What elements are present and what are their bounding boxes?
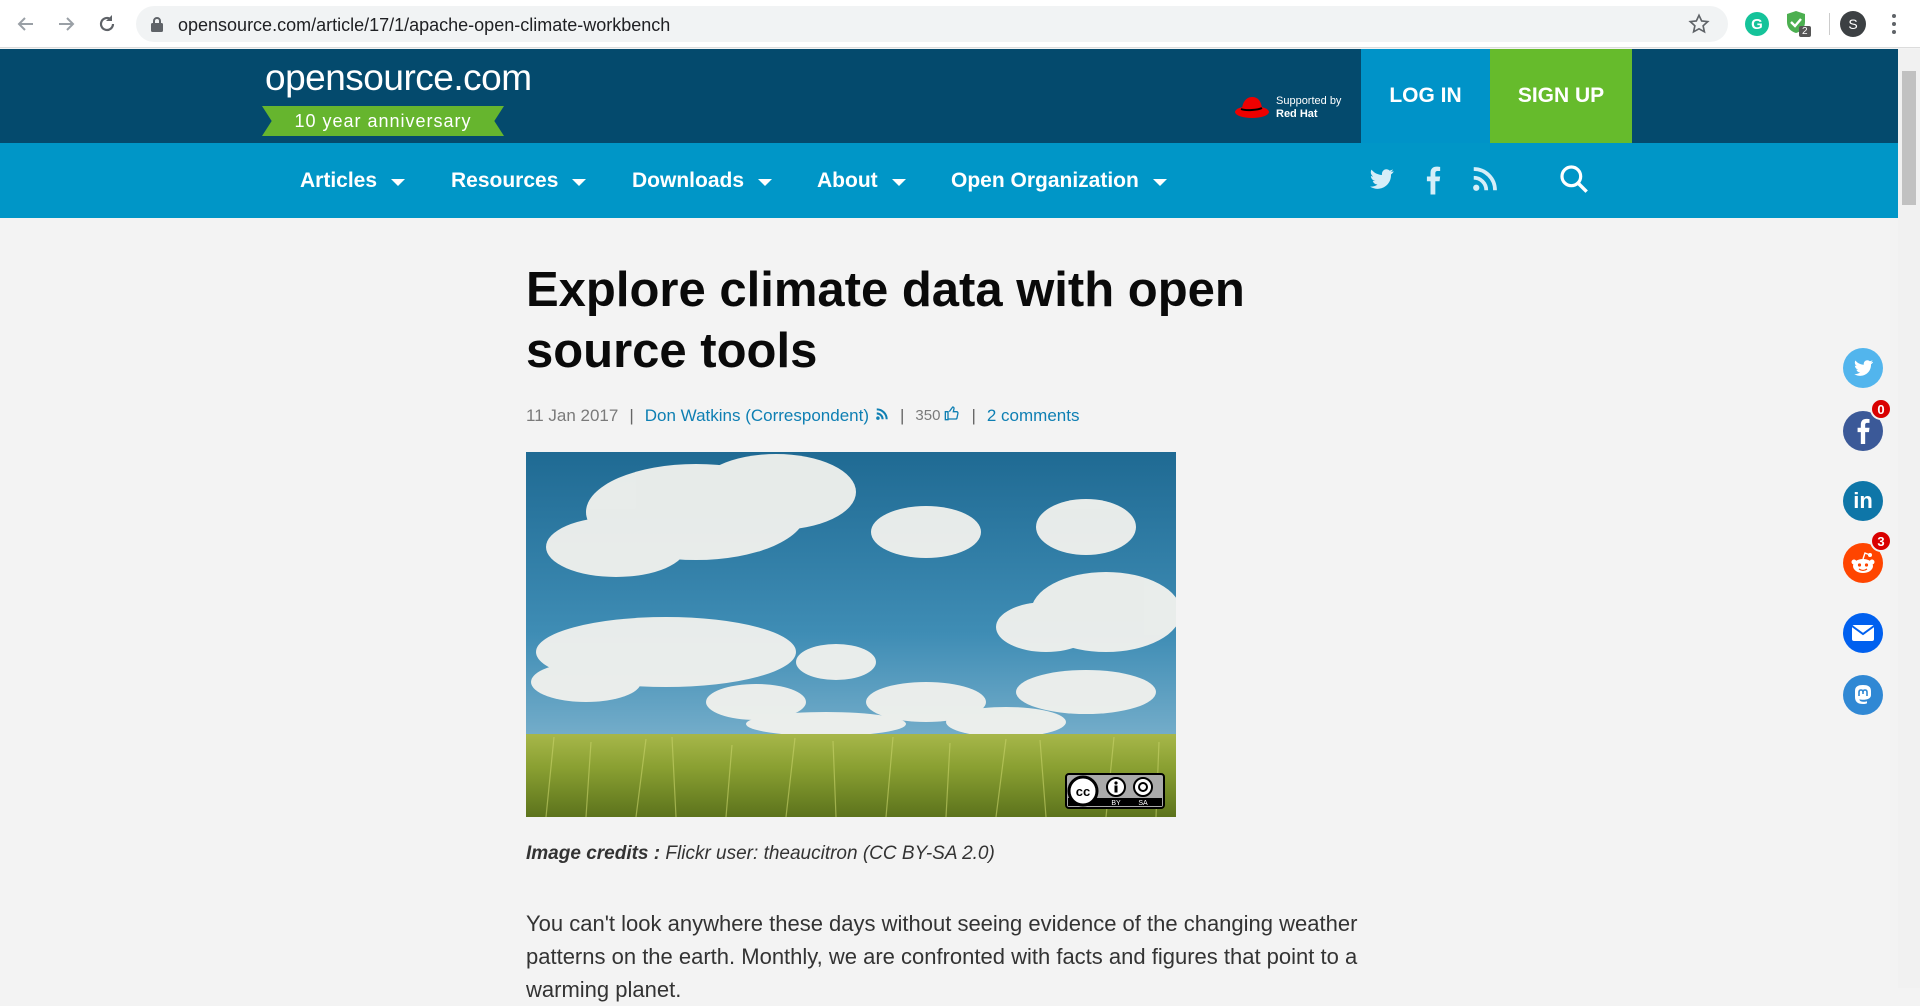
caret-down-icon — [891, 178, 906, 186]
address-bar[interactable]: opensource.com/article/17/1/apache-open-… — [136, 6, 1728, 42]
forward-icon[interactable] — [52, 10, 80, 38]
meta-separator: | — [971, 405, 976, 425]
lock-icon — [150, 16, 164, 37]
caret-down-icon — [1152, 178, 1167, 186]
license-by-text: BY — [1111, 800, 1121, 807]
article-title: Explore climate data with open source to… — [526, 263, 1245, 378]
twitter-icon — [1854, 360, 1873, 376]
share-reddit-button[interactable]: 3 — [1843, 530, 1892, 583]
supported-by-label: Supported by — [1276, 95, 1342, 107]
reddit-share-count: 3 — [1870, 530, 1892, 552]
meta-separator: | — [900, 405, 905, 425]
reddit-icon — [1851, 552, 1875, 573]
supported-by-text: Supported by Red Hat — [1276, 95, 1341, 121]
image-credit-label: Image credits : — [526, 843, 661, 864]
scrollbar-thumb[interactable] — [1902, 71, 1916, 205]
nav-open-organization[interactable]: Open Organization — [951, 143, 1167, 218]
comments-link[interactable]: 2 comments — [987, 406, 1080, 426]
facebook-share-count: 0 — [1870, 398, 1892, 420]
linkedin-icon: in — [1853, 488, 1873, 513]
site-logo[interactable]: opensource.com 10 year anniversary — [262, 57, 532, 137]
extension-badge: 2 — [1799, 26, 1811, 37]
nav-about-label: About — [817, 168, 878, 192]
license-sa-text: SA — [1138, 800, 1148, 807]
nav-open-organization-label: Open Organization — [951, 168, 1139, 192]
search-icon[interactable] — [1558, 162, 1590, 201]
main-nav: Articles Resources Downloads About Open … — [0, 143, 1898, 218]
profile-avatar[interactable]: S — [1840, 11, 1866, 37]
author-rss-icon[interactable] — [875, 406, 889, 426]
author-link[interactable]: Don Watkins (Correspondent) — [645, 406, 869, 426]
article-date: 11 Jan 2017 — [526, 405, 619, 425]
twitter-icon[interactable] — [1366, 162, 1396, 201]
nav-about[interactable]: About — [817, 143, 906, 218]
bookmark-star-icon[interactable] — [1688, 13, 1710, 40]
envelope-icon — [1851, 625, 1875, 641]
share-linkedin-button[interactable]: in — [1843, 481, 1883, 521]
caret-down-icon — [758, 178, 773, 186]
article-body-paragraph: You can't look anywhere these days witho… — [526, 911, 1358, 1002]
nav-resources-label: Resources — [451, 168, 559, 192]
like-count: 350 — [915, 407, 941, 424]
menu-kebab-icon[interactable] — [1884, 12, 1904, 36]
redhat-sponsor[interactable]: Supported by Red Hat — [1234, 91, 1354, 121]
share-twitter-button[interactable] — [1843, 348, 1883, 388]
redhat-logo-icon — [1234, 93, 1270, 124]
thumbs-up-icon[interactable] — [944, 405, 960, 426]
signup-button[interactable]: SIGN UP — [1490, 49, 1632, 143]
share-email-button[interactable] — [1843, 613, 1883, 653]
shield-extension-icon[interactable]: 2 — [1785, 10, 1811, 38]
reload-icon[interactable] — [93, 10, 121, 38]
browser-toolbar: opensource.com/article/17/1/apache-open-… — [0, 0, 1920, 48]
mastodon-icon — [1855, 685, 1871, 704]
article-meta: 11 Jan 2017 | Don Watkins (Correspondent… — [526, 405, 1079, 426]
site-header: opensource.com 10 year anniversary Suppo… — [0, 49, 1898, 143]
image-credit-text: Flickr user: theaucitron (CC BY-SA 2.0) — [665, 843, 995, 864]
sponsor-name: Red Hat — [1276, 108, 1318, 120]
image-caption: Image credits : Flickr user: theaucitron… — [526, 843, 995, 865]
page-scrollbar[interactable] — [1898, 49, 1920, 988]
logo-text: opensource.com — [265, 57, 532, 98]
back-icon[interactable] — [12, 10, 40, 38]
toolbar-divider — [1829, 13, 1830, 35]
meta-separator: | — [629, 405, 634, 425]
nav-articles[interactable]: Articles — [300, 143, 406, 218]
grammarly-extension-icon[interactable]: G — [1745, 12, 1769, 36]
anniversary-ribbon: 10 year anniversary — [262, 106, 504, 136]
share-mastodon-button[interactable] — [1843, 675, 1883, 715]
facebook-icon — [1857, 418, 1870, 444]
nav-downloads[interactable]: Downloads — [632, 143, 773, 218]
login-button[interactable]: LOG IN — [1361, 49, 1490, 143]
nav-resources[interactable]: Resources — [451, 143, 587, 218]
rss-icon[interactable] — [1470, 162, 1500, 201]
share-facebook-button[interactable]: 0 — [1843, 398, 1892, 451]
nav-downloads-label: Downloads — [632, 168, 745, 192]
caret-down-icon — [572, 178, 587, 186]
article-hero-image: cc BY SA — [526, 452, 1176, 817]
caret-down-icon — [391, 178, 406, 186]
facebook-icon[interactable] — [1422, 162, 1444, 201]
url-text: opensource.com/article/17/1/apache-open-… — [178, 15, 671, 35]
svg-text:cc: cc — [1076, 784, 1090, 799]
nav-articles-label: Articles — [300, 168, 378, 192]
